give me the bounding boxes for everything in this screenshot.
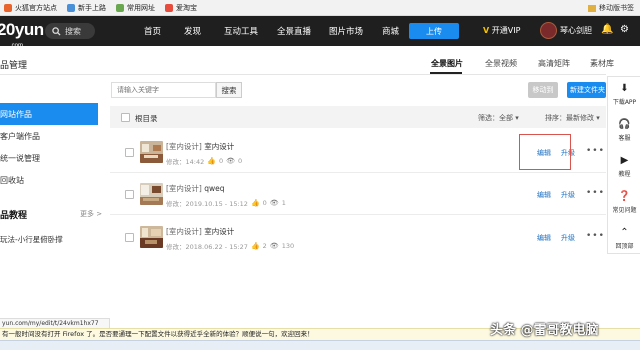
more-icon[interactable]: ••• [586,231,605,241]
thumbs-up-icon: 👍 [250,242,260,250]
more-icon[interactable]: ••• [586,146,605,156]
user-menu[interactable]: 琴心剑胆 [540,22,592,39]
page-title: 品管理 [0,61,28,71]
select-all-checkbox[interactable] [121,113,130,122]
tab-hd-matrix[interactable]: 高清矩阵 [538,58,570,69]
search-input[interactable] [111,82,216,98]
tab-panorama-videos[interactable]: 全景视频 [485,58,517,69]
sidebar-item-narration[interactable]: 统一说管理 [0,147,98,169]
site-logo[interactable]: 720yun.com [0,21,44,50]
sidebar-item-recycle-bin[interactable]: 回收站 [0,169,98,191]
upgrade-button[interactable]: 升级 [561,190,575,200]
search-button[interactable]: 搜索 [216,82,242,98]
tab-materials[interactable]: 素材库 [590,58,614,69]
bookmark-icon [67,3,75,12]
move-to-button[interactable]: 移动到 [528,82,558,98]
thumbnail[interactable] [140,226,163,248]
nav-item-home[interactable]: 首页 [144,25,161,37]
avatar [540,22,557,39]
sidebar-item-website-works[interactable]: 网站作品 [0,103,98,125]
bookmark-item[interactable]: 常用网址 [116,3,155,13]
tutorial-link[interactable]: 玩法-小行星俯卧撑 [0,234,63,245]
gear-icon[interactable]: ⚙ [620,24,629,35]
nav-item-shop[interactable]: 商城 [382,25,399,37]
back-to-top-button[interactable]: ⌃ 回顶部 [608,227,640,250]
list-header [110,106,606,128]
nav-search-button[interactable]: 搜索 [45,23,95,39]
more-icon[interactable]: ••• [586,188,605,198]
row-title[interactable]: [室内设计] 室内设计 [166,141,234,152]
edit-highlight-box [519,134,571,170]
new-folder-button[interactable]: 新建文件夹 [567,82,606,98]
download-app-button[interactable]: ⬇ 下载APP [608,83,640,106]
thumbs-up-icon: 👍 [250,199,260,207]
customer-service-button[interactable]: 🎧 客服 [608,119,640,142]
nav-item-live[interactable]: 全景直播 [277,25,311,37]
edit-button[interactable]: 编辑 [537,233,551,243]
download-icon: ⬇ [620,83,629,94]
row-meta: 修改：2019.10.15 - 15:12 👍 0 👁 1 [166,199,286,208]
headset-icon: 🎧 [618,119,631,130]
firefox-icon [4,3,12,12]
floating-toolbar: ⬇ 下载APP 🎧 客服 ▶ 教程 ❓ 常见问题 ⌃ 回顶部 [607,76,640,254]
eye-icon: 👁 [226,157,235,165]
help-icon: ❓ [618,191,631,202]
top-navigation: 720yun.com 搜索 首页 发现 互动工具 全景直播 图片市场 商城 上传… [0,16,640,50]
folder-icon [116,3,124,12]
mobile-bookmarks[interactable]: 移动版书签 [588,3,634,13]
taskbar [0,340,640,350]
vip-button[interactable]: V 开通VIP [483,25,520,36]
thumbs-up-icon: 👍 [207,157,216,165]
tutorial-more-link[interactable]: 更多 > [80,209,102,219]
nav-item-discover[interactable]: 发现 [184,25,201,37]
chevron-down-icon: ▾ [596,114,600,122]
breadcrumb: 根目录 [135,114,158,123]
sort-dropdown[interactable]: 排序：最新修改 ▾ [545,113,600,123]
row-title[interactable]: [室内设计] 室内设计 [166,226,234,237]
taobao-icon [165,3,173,12]
status-url: yun.com/my/edit/t/24vkm1hx77 [0,318,110,328]
row-checkbox[interactable] [125,148,134,157]
upload-button[interactable]: 上传 [409,23,459,39]
search-icon [52,26,61,36]
row-divider [110,214,606,215]
row-checkbox[interactable] [125,190,134,199]
eye-icon: 👁 [269,242,279,250]
play-icon: ▶ [620,155,629,166]
thumbnail[interactable] [140,183,163,205]
upgrade-button[interactable]: 升级 [561,233,575,243]
watermark: 头条 @雷哥教电脑 [490,323,599,338]
eye-icon: 👁 [269,199,279,207]
nav-item-market[interactable]: 图片市场 [329,25,363,37]
bookmark-item[interactable]: 爱淘宝 [165,3,197,13]
header-divider [0,74,606,75]
row-divider [110,172,606,173]
tutorial-button[interactable]: ▶ 教程 [608,155,640,178]
folder-icon [588,4,596,12]
vip-icon: V [483,26,490,35]
sidebar-item-client-works[interactable]: 客户端作品 [0,125,98,147]
edit-button[interactable]: 编辑 [537,190,551,200]
row-meta: 修改：2018.06.22 - 15:27 👍 2 👁 130 [166,242,295,251]
tab-panorama-images[interactable]: 全景图片 [431,58,463,69]
bookmarks-bar: 火狐官方站点 新手上路 常用网址 爱淘宝 移动版书签 [0,0,640,16]
nav-item-tools[interactable]: 互动工具 [224,25,258,37]
thumbnail[interactable] [140,141,163,163]
row-title[interactable]: [室内设计] qweq [166,183,225,194]
bell-icon[interactable]: 🔔 [601,24,613,35]
chevron-up-icon: ⌃ [620,227,629,238]
faq-button[interactable]: ❓ 常见问题 [608,191,640,214]
row-checkbox[interactable] [125,233,134,242]
filter-dropdown[interactable]: 筛选：全部 ▾ [478,113,519,123]
row-meta: 修改：14:42 👍 0 👁 0 [166,157,243,166]
bookmark-item[interactable]: 新手上路 [67,3,106,13]
bookmark-item[interactable]: 火狐官方站点 [4,3,57,13]
chevron-down-icon: ▾ [515,114,519,122]
